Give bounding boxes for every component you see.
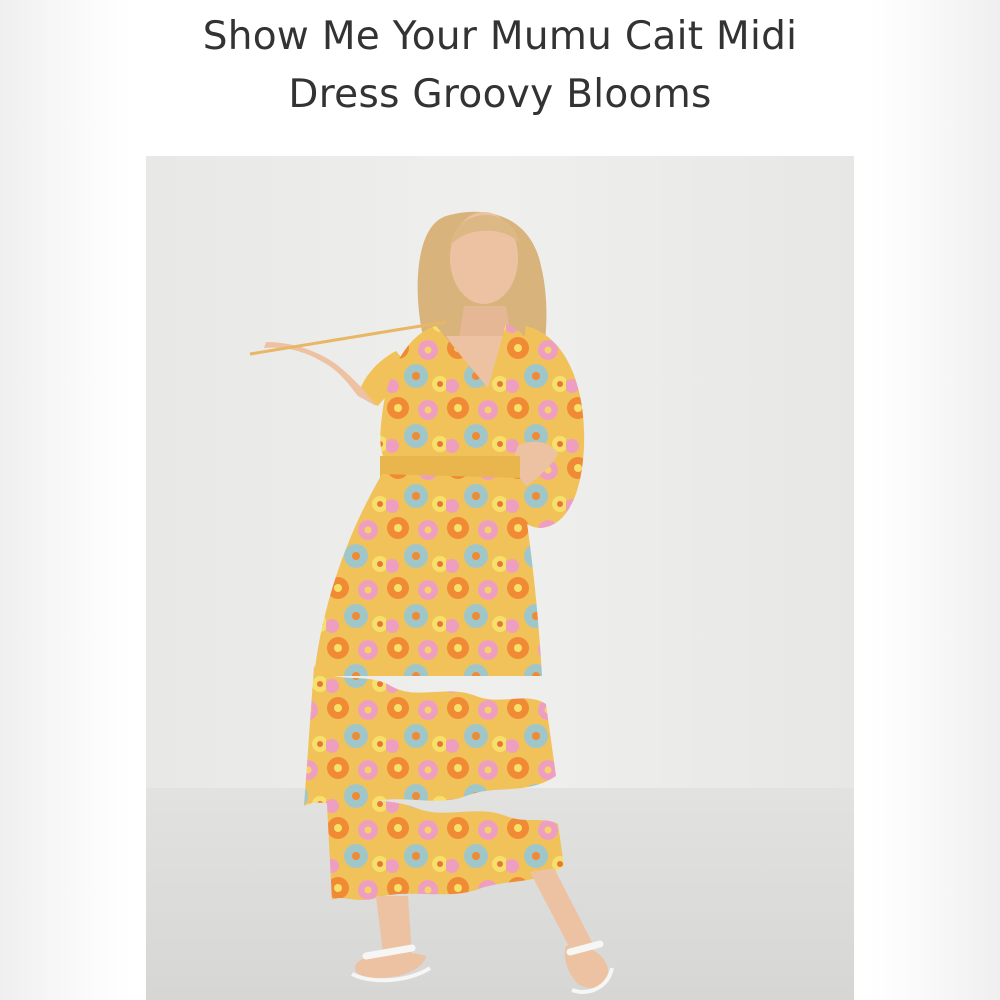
left-backdrop bbox=[0, 0, 133, 1000]
listing-card: Show Me Your Mumu Cait Midi Dress Groovy… bbox=[133, 0, 867, 1000]
product-photo-illustration bbox=[146, 156, 854, 1000]
product-title-line-2: Dress Groovy Blooms bbox=[288, 72, 712, 117]
product-title-line-1: Show Me Your Mumu Cait Midi bbox=[202, 14, 798, 59]
right-backdrop bbox=[867, 0, 1000, 1000]
product-photo[interactable] bbox=[146, 156, 854, 1000]
product-title: Show Me Your Mumu Cait Midi Dress Groovy… bbox=[133, 8, 867, 124]
